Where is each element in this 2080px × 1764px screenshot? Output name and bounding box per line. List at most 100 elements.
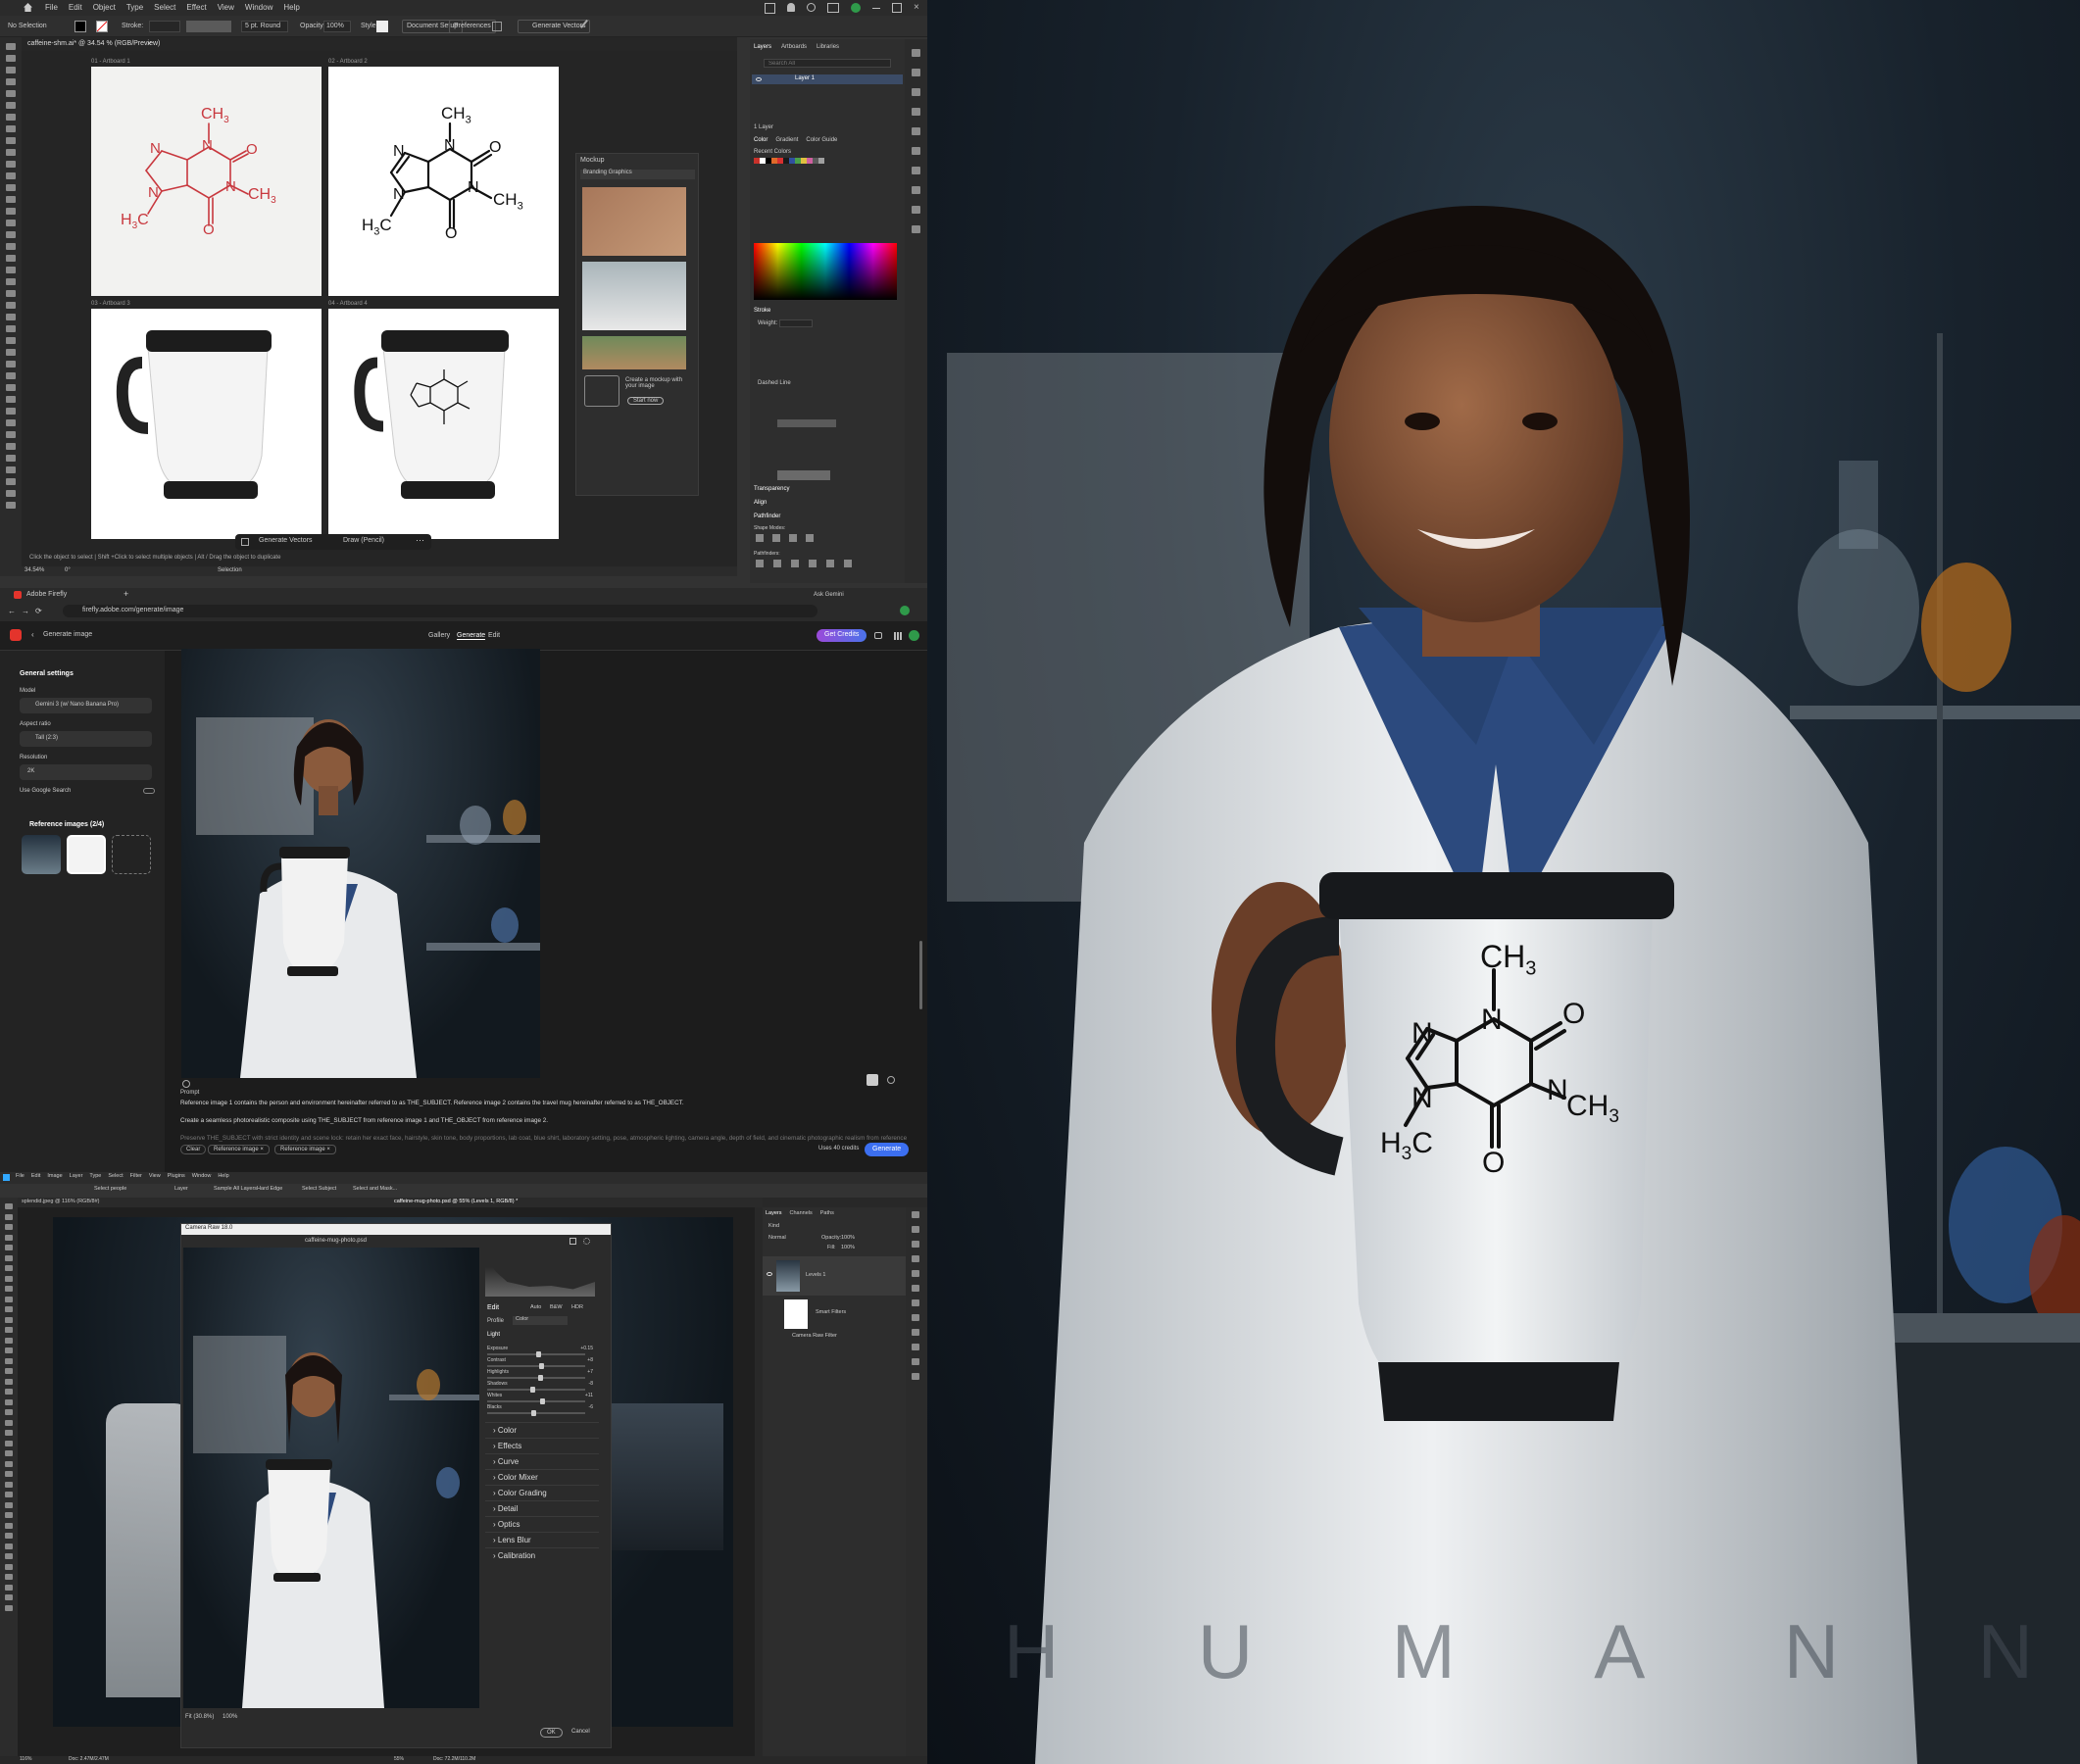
- ps-tool-icon-9[interactable]: [5, 1286, 13, 1292]
- generated-image[interactable]: [181, 649, 540, 1078]
- close-tab-icon[interactable]: ×: [147, 39, 152, 48]
- menu-edit[interactable]: Edit: [69, 3, 82, 12]
- select-people-option[interactable]: Select people: [94, 1186, 126, 1192]
- ps-tool-icon-11[interactable]: [5, 1306, 13, 1312]
- ai-tool-icon-35[interactable]: [6, 443, 16, 450]
- ps-dock-icon-5[interactable]: [912, 1270, 919, 1277]
- ps-tool-icon-24[interactable]: [5, 1440, 13, 1446]
- ask-gemini-button[interactable]: Ask Gemini: [814, 592, 844, 598]
- nav-gallery[interactable]: Gallery: [428, 632, 450, 639]
- share-icon[interactable]: [765, 3, 775, 14]
- tab-artboards[interactable]: Artboards: [781, 44, 807, 50]
- fill-value[interactable]: 100%: [841, 1245, 855, 1250]
- forward-icon[interactable]: →: [22, 607, 29, 615]
- ai-tool-icon-2[interactable]: [6, 55, 16, 62]
- minimize-icon[interactable]: [872, 8, 880, 9]
- artboard-3[interactable]: [91, 309, 322, 539]
- tab-color-guide[interactable]: Color Guide: [806, 137, 837, 143]
- tab-libraries[interactable]: Libraries: [817, 44, 839, 50]
- mockup-thumb-bag[interactable]: [582, 336, 686, 369]
- google-search-toggle[interactable]: [143, 788, 155, 794]
- select-subject-button[interactable]: Select Subject: [302, 1186, 336, 1192]
- account-avatar[interactable]: [851, 3, 861, 13]
- ai-tool-icon-10[interactable]: [6, 149, 16, 156]
- ps-tool-icon-7[interactable]: [5, 1265, 13, 1271]
- ai-tool-icon-34[interactable]: [6, 431, 16, 438]
- zoom-fit-dropdown[interactable]: Fit (30.8%): [185, 1714, 214, 1720]
- raw-section-detail[interactable]: › Detail: [485, 1500, 599, 1516]
- ps-tool-icon-23[interactable]: [5, 1430, 13, 1436]
- maximize-icon[interactable]: [892, 3, 902, 13]
- ai-dock-icon-5[interactable]: [912, 127, 920, 135]
- raw-slider-track[interactable]: [487, 1387, 585, 1393]
- add-reference-button[interactable]: [112, 835, 151, 874]
- zoom-readout[interactable]: 34.54%: [25, 567, 44, 573]
- ps-tool-icon-21[interactable]: [5, 1409, 13, 1415]
- ps-menu-filter[interactable]: Filter: [130, 1173, 142, 1179]
- ai-tool-icon-6[interactable]: [6, 102, 16, 109]
- brush-dropdown[interactable]: 5 pt. Round: [241, 21, 288, 32]
- ai-tool-icon-24[interactable]: [6, 314, 16, 320]
- ps-tool-icon-12[interactable]: [5, 1316, 13, 1323]
- ai-tool-icon-3[interactable]: [6, 67, 16, 74]
- ps-tool-icon-38[interactable]: [5, 1584, 13, 1591]
- ps-tool-icon-17[interactable]: [5, 1368, 13, 1374]
- ps-tool-icon-22[interactable]: [5, 1419, 13, 1426]
- ai-dock-icon-7[interactable]: [912, 167, 920, 174]
- ai-tool-icon-36[interactable]: [6, 455, 16, 462]
- ps-tool-icon-6[interactable]: [5, 1254, 13, 1261]
- ps-dock-icon-4[interactable]: [912, 1255, 919, 1262]
- raw-section-lens-blur[interactable]: › Lens Blur: [485, 1532, 599, 1547]
- tab-channels[interactable]: Channels: [790, 1210, 813, 1216]
- fill-swatch[interactable]: [74, 21, 86, 32]
- ai-tool-icon-29[interactable]: [6, 372, 16, 379]
- tab-gradient[interactable]: Gradient: [775, 137, 798, 143]
- ps-tool-icon-36[interactable]: [5, 1563, 13, 1570]
- settings-gear-icon[interactable]: [583, 1238, 590, 1245]
- style-swatch[interactable]: [376, 21, 388, 32]
- visibility-eye-icon[interactable]: [767, 1272, 772, 1276]
- ai-tool-icon-27[interactable]: [6, 349, 16, 356]
- menu-select[interactable]: Select: [154, 3, 175, 12]
- ps-tool-icon-25[interactable]: [5, 1450, 13, 1456]
- reference-chip-1[interactable]: Reference image ×: [208, 1145, 270, 1154]
- nav-edit[interactable]: Edit: [488, 632, 500, 639]
- ps-menu-image[interactable]: Image: [47, 1173, 62, 1179]
- ps-tool-icon-15[interactable]: [5, 1348, 13, 1353]
- preferences-button[interactable]: Preferences: [449, 20, 496, 33]
- ps-menu-plugins[interactable]: Plugins: [168, 1173, 185, 1179]
- ai-tool-icon-31[interactable]: [6, 396, 16, 403]
- arrowhead-preview[interactable]: [777, 470, 830, 480]
- kind-filter[interactable]: Kind: [768, 1223, 779, 1229]
- sample-all-option[interactable]: Sample All Layers: [214, 1186, 257, 1192]
- back-icon[interactable]: ←: [8, 607, 16, 615]
- stroke-swatch[interactable]: [96, 21, 108, 32]
- ps-tool-icon-40[interactable]: [5, 1604, 13, 1611]
- ps-dock-icon-8[interactable]: [912, 1314, 919, 1321]
- document-tab[interactable]: caffeine-shm.ai* @ 34.54 % (RGB/Preview): [27, 40, 160, 47]
- ps-tool-icon-5[interactable]: [5, 1245, 13, 1250]
- ai-tool-icon-38[interactable]: [6, 478, 16, 485]
- reference-thumb-mug[interactable]: [67, 835, 106, 874]
- raw-slider-track[interactable]: [487, 1375, 585, 1381]
- home-icon[interactable]: [24, 3, 32, 12]
- chat-icon[interactable]: [874, 632, 882, 639]
- close-icon[interactable]: ×: [914, 3, 919, 14]
- ai-tool-icon-1[interactable]: [6, 43, 16, 50]
- prompt-area[interactable]: Prompt Reference image 1 contains the pe…: [176, 1088, 907, 1143]
- ai-dock-icon-4[interactable]: [912, 108, 920, 116]
- profile-avatar[interactable]: [900, 606, 910, 615]
- ps-tool-icon-18[interactable]: [5, 1378, 13, 1385]
- select-mask-button[interactable]: Select and Mask...: [353, 1186, 397, 1192]
- ai-dock-icon-6[interactable]: [912, 147, 920, 155]
- ai-tool-icon-33[interactable]: [6, 419, 16, 426]
- ai-tool-icon-14[interactable]: [6, 196, 16, 203]
- ok-button[interactable]: OK: [540, 1728, 563, 1738]
- raw-slider-track[interactable]: [487, 1410, 585, 1416]
- raw-section-color-mixer[interactable]: › Color Mixer: [485, 1469, 599, 1485]
- ps-dock-icon-3[interactable]: [912, 1241, 919, 1248]
- ai-tool-icon-22[interactable]: [6, 290, 16, 297]
- address-bar[interactable]: firefly.adobe.com/generate/image: [63, 605, 817, 617]
- ps-menu-edit[interactable]: Edit: [31, 1173, 40, 1179]
- tab-layers[interactable]: Layers: [766, 1210, 782, 1216]
